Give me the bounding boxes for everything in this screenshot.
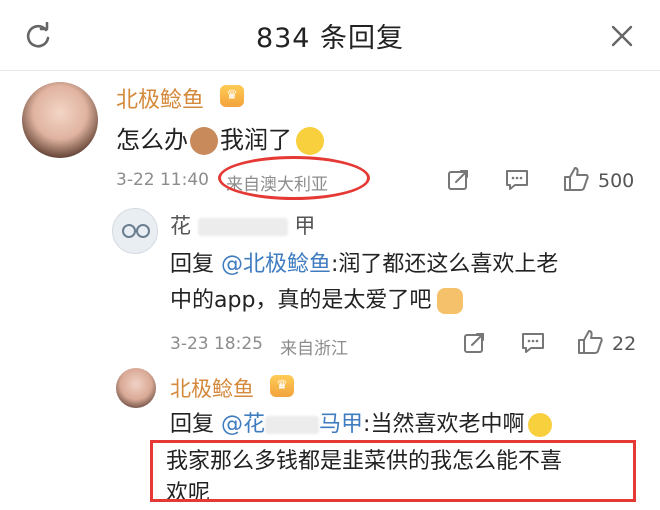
reply-time: 3-23 18:25 [170, 334, 263, 354]
reply-username-end: 甲 [294, 214, 316, 238]
reply-prefix: 回复 [170, 252, 221, 277]
share-icon[interactable] [446, 168, 470, 192]
close-icon[interactable] [610, 24, 634, 48]
comment-icon[interactable] [504, 168, 530, 192]
avatar[interactable] [112, 208, 158, 254]
reply-after: :当然喜欢老中啊 [363, 412, 525, 437]
reply-prefix: 回复 [170, 412, 221, 437]
crown-badge-icon: ♛ [220, 85, 244, 107]
like-count: 22 [612, 333, 637, 355]
comment-icon[interactable] [520, 331, 546, 355]
like-icon[interactable] [562, 166, 590, 192]
page-title: 834 条回复 [255, 23, 405, 54]
comment-username[interactable]: 北极鲶鱼 [116, 82, 204, 114]
reply-username[interactable]: 北极鲶鱼 [170, 373, 254, 403]
reply-username-start: 花 [170, 214, 191, 238]
blurred-username [197, 218, 288, 236]
mention-link-start[interactable]: @花 [221, 412, 265, 437]
header-divider [0, 70, 660, 71]
dog-emoji-icon [437, 288, 464, 314]
reply-text: 回复 @北极鲶鱼:润了都还这么喜欢上老 中的app，真的是太爱了吧 [170, 247, 640, 319]
text-highlight-box [150, 440, 636, 502]
reply-line1: :润了都还这么喜欢上老 [331, 252, 559, 277]
avatar[interactable] [116, 368, 156, 408]
comment-text: 怎么办 我润了 [116, 120, 324, 155]
blurred-username [265, 416, 320, 434]
laughing-emoji-icon [528, 413, 553, 437]
comment-time: 3-22 11:40 [116, 170, 209, 190]
monkey-emoji-icon [190, 127, 218, 155]
reply-line2: 中的app，真的是太爱了吧 [170, 288, 432, 313]
share-icon[interactable] [462, 331, 486, 355]
crown-badge-icon: ♛ [270, 375, 294, 397]
avatar[interactable] [22, 82, 98, 158]
comment-text-part1: 怎么办 [116, 126, 188, 154]
reply-location: 来自浙江 [280, 339, 348, 359]
reply-text: 回复 @花 马甲:当然喜欢老中啊 [170, 407, 640, 443]
thinking-emoji-icon [296, 127, 324, 155]
location-highlight-ellipse [218, 156, 370, 200]
like-icon[interactable] [576, 329, 604, 355]
comment-text-part2: 我润了 [220, 126, 292, 154]
mention-link[interactable]: @北极鲶鱼 [221, 252, 331, 277]
reply-username[interactable]: 花 甲 [170, 210, 315, 240]
like-count: 500 [598, 170, 635, 192]
mention-link-end[interactable]: 马甲 [319, 412, 363, 437]
